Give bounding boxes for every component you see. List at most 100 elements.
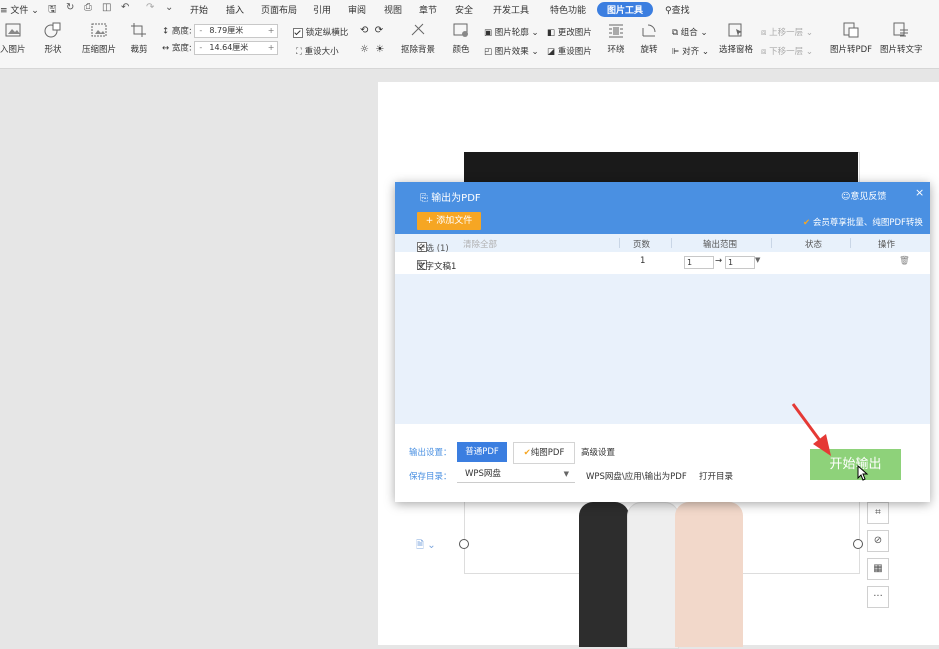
- tab-view[interactable]: 视图: [384, 3, 402, 16]
- shape-label: 形状: [44, 45, 62, 55]
- tab-file-label: 文件: [10, 6, 29, 16]
- close-icon[interactable]: ×: [915, 186, 924, 199]
- range-from-input[interactable]: 1: [684, 256, 714, 269]
- file-pages: 1: [640, 256, 646, 266]
- picture-outline-button[interactable]: ▣ 图片轮廓 ⌄: [484, 26, 539, 38]
- group-label: 组合: [680, 28, 698, 38]
- open-directory-link[interactable]: 打开目录: [699, 470, 733, 482]
- redo-icon[interactable]: ↷: [146, 2, 154, 13]
- insert-picture-button[interactable]: 入图片: [0, 22, 26, 55]
- width-input[interactable]: -14.64厘米 +: [194, 41, 279, 55]
- advanced-settings-link[interactable]: 高级设置: [581, 446, 615, 458]
- phone-black: [579, 502, 629, 647]
- brightness-down-icon[interactable]: ☀: [375, 44, 384, 55]
- search-icon: ⚲: [665, 6, 672, 16]
- picture-effect-button[interactable]: ◰ 图片效果 ⌄: [484, 45, 539, 57]
- remove-background-tool-icon[interactable]: ⊘: [867, 530, 889, 552]
- feedback-link[interactable]: ☺意见反馈: [841, 189, 886, 202]
- align-button[interactable]: ⊫ 对齐 ⌄: [672, 45, 709, 57]
- tab-file[interactable]: ≡ 文件 ⌄: [0, 3, 39, 16]
- reset-size-button[interactable]: ⛶ 重设大小: [296, 45, 339, 57]
- start-export-button[interactable]: 开始输出: [810, 449, 901, 480]
- reset-size-label: 重设大小: [304, 47, 339, 57]
- clear-all-link[interactable]: 清除全部: [463, 238, 497, 250]
- tab-picture-tools[interactable]: 图片工具: [597, 2, 654, 17]
- tab-home[interactable]: 开始: [190, 3, 208, 16]
- change-picture-button[interactable]: ◧ 更改图片: [547, 26, 592, 38]
- output-settings-label: 输出设置：: [409, 448, 452, 458]
- picture-tool-icon[interactable]: ▦: [867, 558, 889, 580]
- range-to-input[interactable]: 1: [725, 256, 755, 269]
- rotate-button[interactable]: 旋转: [640, 22, 658, 55]
- search-label: 查找: [671, 6, 690, 16]
- phone-gold: [675, 502, 743, 647]
- color-button[interactable]: 颜色: [452, 22, 470, 55]
- feedback-icon: ☺: [841, 192, 851, 202]
- chevron-down-icon: ▼: [563, 470, 569, 478]
- rotate-right-icon[interactable]: ⟳: [375, 25, 383, 36]
- remove-background-button[interactable]: 抠除背景: [401, 22, 435, 55]
- outline-icon: ▣: [484, 28, 493, 38]
- quick-access-menu-icon[interactable]: ⌄: [165, 2, 173, 13]
- vip-promo-link[interactable]: ✔ 会员尊享批量、纯图PDF转换: [803, 216, 923, 228]
- tab-developer[interactable]: 开发工具: [493, 3, 529, 16]
- save-icon[interactable]: 🖫: [48, 2, 57, 19]
- output-settings: 输出设置： 普通PDF ✔纯图PDF 高级设置 保存目录： WPS网盘 ▼ WP…: [395, 424, 930, 502]
- remove-background-label: 抠除背景: [401, 45, 436, 55]
- picture-to-pdf-button[interactable]: 图片转PDF: [830, 22, 872, 55]
- pdf-export-icon: ⎘: [420, 193, 428, 204]
- shape-button[interactable]: 形状: [44, 22, 62, 55]
- group-button[interactable]: ⧉ 组合 ⌄: [672, 26, 708, 38]
- reset-picture-button[interactable]: ◪ 重设图片: [547, 45, 592, 57]
- wrap-button[interactable]: 环绕: [607, 22, 625, 55]
- history-icon[interactable]: ↻: [66, 2, 74, 13]
- dialog-title: ⎘ 输出为PDF: [420, 189, 481, 204]
- tab-review[interactable]: 审阅: [348, 3, 366, 16]
- selection-pane-button[interactable]: 选择窗格: [719, 22, 753, 55]
- range-arrow: →: [715, 256, 723, 266]
- save-location-select[interactable]: WPS网盘 ▼: [457, 466, 575, 483]
- print-icon[interactable]: ⎙: [84, 2, 92, 13]
- resize-handle-left[interactable]: [459, 539, 469, 549]
- shape-icon: [44, 22, 61, 38]
- save-path-text: WPS网盘\应用\输出为PDF: [586, 472, 687, 482]
- crop-tool-icon[interactable]: ⌗: [867, 502, 889, 524]
- range-dropdown-icon[interactable]: ▼: [755, 256, 760, 264]
- pages-column-header: 页数: [633, 240, 651, 250]
- tab-features[interactable]: 特色功能: [550, 3, 586, 16]
- normal-pdf-button[interactable]: 普通PDF: [457, 442, 507, 462]
- wrap-label: 环绕: [607, 45, 625, 55]
- range-column-header: 输出范围: [703, 240, 738, 250]
- height-input[interactable]: -8.79厘米 +: [194, 24, 279, 38]
- tab-page-layout[interactable]: 页面布局: [261, 3, 297, 16]
- ribbon-tab-row: ≡ 文件 ⌄ 🖫 ↻ ⎙ ◫ ↶ ↷ ⌄ 开始 插入 页面布局 引用 审阅 视图…: [0, 0, 939, 18]
- pure-image-pdf-button[interactable]: ✔纯图PDF: [513, 442, 575, 464]
- send-backward-button[interactable]: ⧈ 下移一层 ⌄: [761, 45, 813, 57]
- rotate-left-icon[interactable]: ⟲: [360, 25, 368, 36]
- tab-insert[interactable]: 插入: [226, 3, 244, 16]
- delete-icon[interactable]: 🗑: [899, 256, 910, 266]
- rename-icon[interactable]: ✎: [417, 260, 424, 270]
- add-file-button[interactable]: + 添加文件: [417, 212, 481, 230]
- lock-ratio-checkbox[interactable]: 锁定纵横比: [293, 26, 348, 38]
- table-row: 文字文稿1 ✎ 1 1 → 1 ▼ 🗑: [395, 252, 930, 274]
- print-preview-icon[interactable]: ◫: [102, 2, 111, 13]
- picture-to-text-button[interactable]: 图片转文字: [880, 22, 923, 55]
- tab-references[interactable]: 引用: [313, 3, 331, 16]
- tab-security[interactable]: 安全: [455, 3, 473, 16]
- search-box[interactable]: ⚲查找: [665, 3, 690, 16]
- action-column-header: 操作: [878, 240, 896, 250]
- tab-chapter[interactable]: 章节: [419, 3, 437, 16]
- send-backward-label: 下移一层: [769, 47, 804, 57]
- compress-picture-button[interactable]: 压缩图片: [82, 22, 116, 55]
- layout-options-icon[interactable]: 🗎 ⌄: [416, 538, 436, 555]
- more-tools-icon[interactable]: ···: [867, 586, 889, 608]
- bring-forward-button[interactable]: ⧈ 上移一层 ⌄: [761, 26, 813, 38]
- crop-button[interactable]: 裁剪: [130, 22, 148, 55]
- undo-icon[interactable]: ↶: [121, 2, 129, 13]
- height-icon: ↕: [162, 26, 170, 37]
- vip-icon: ✔: [523, 448, 531, 458]
- compress-picture-label: 压缩图片: [82, 45, 117, 55]
- resize-handle-right[interactable]: [853, 539, 863, 549]
- brightness-up-icon[interactable]: ☼: [360, 44, 369, 55]
